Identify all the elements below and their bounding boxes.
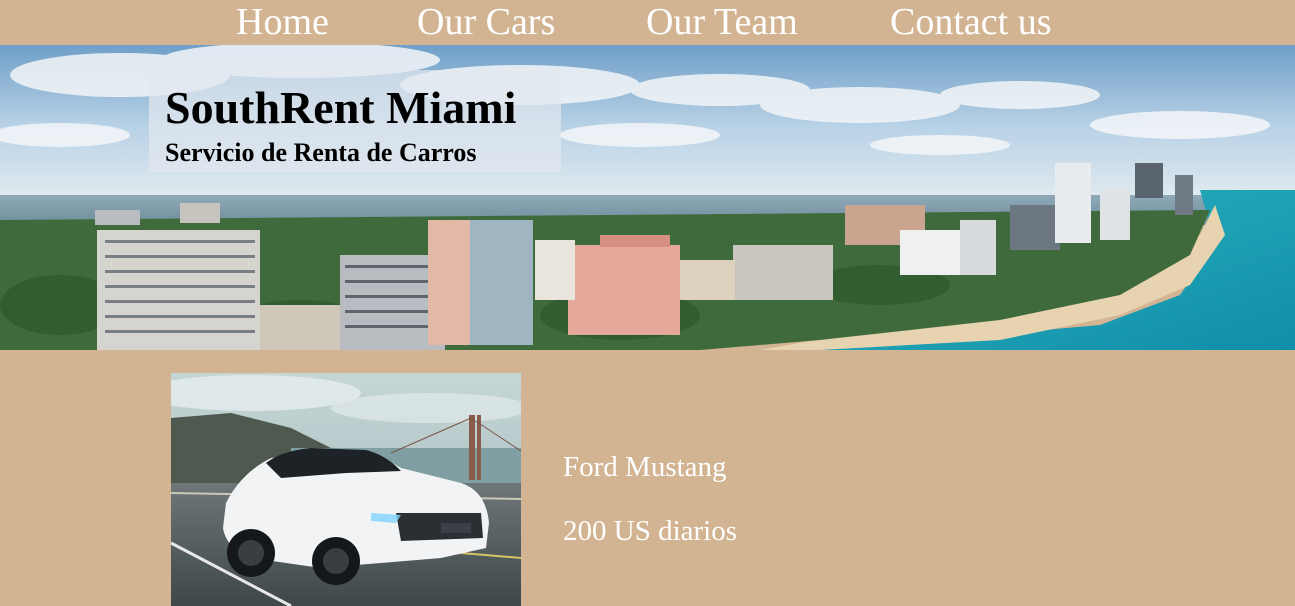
car-photo xyxy=(171,373,521,606)
nav-link-our-cars[interactable]: Our Cars xyxy=(417,0,555,45)
nav-link-contact-us[interactable]: Contact us xyxy=(890,0,1051,45)
car-name: Ford Mustang xyxy=(563,451,727,483)
nav-link-home[interactable]: Home xyxy=(236,0,329,45)
nav-link-our-team[interactable]: Our Team xyxy=(646,0,798,45)
car-price: 200 US diarios xyxy=(563,515,737,547)
hero-title-box: SouthRent Miami Servicio de Renta de Car… xyxy=(149,70,561,172)
site-title: SouthRent Miami xyxy=(165,82,517,133)
top-nav: Home Our Cars Our Team Contact us xyxy=(0,0,1295,45)
site-subtitle: Servicio de Renta de Carros xyxy=(165,138,477,167)
